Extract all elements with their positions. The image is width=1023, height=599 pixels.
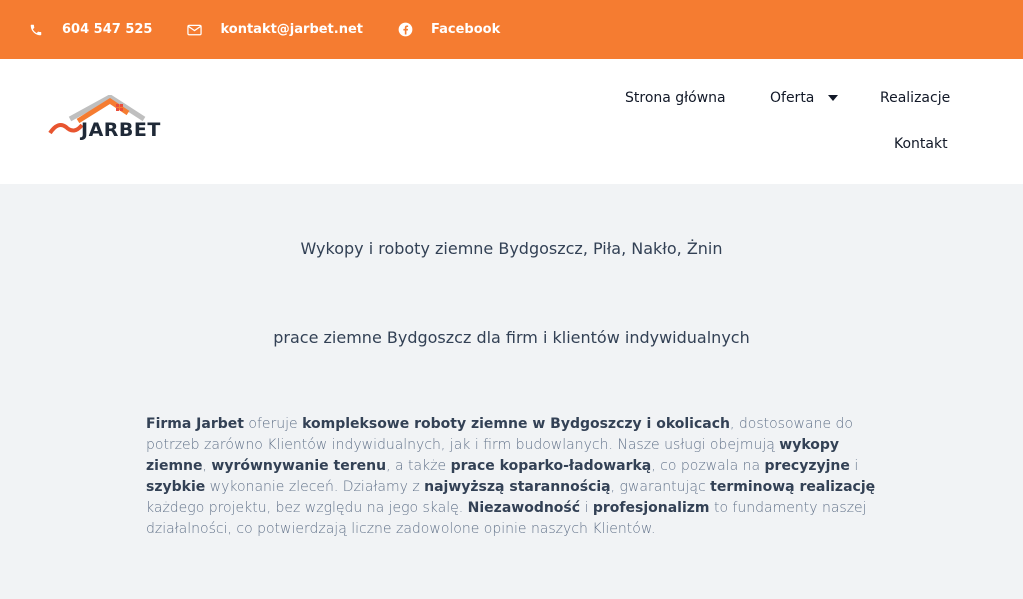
paragraph-text-run: wykonanie zleceń. Działamy z bbox=[205, 479, 425, 495]
phone-icon bbox=[28, 22, 44, 38]
email-address: kontakt@jarbet.net bbox=[220, 22, 363, 37]
phone-number: 604 547 525 bbox=[62, 22, 153, 37]
nav-home[interactable]: Strona główna bbox=[625, 90, 726, 106]
facebook-icon bbox=[397, 22, 413, 38]
paragraph-bold-run: prace koparko-ładowarką bbox=[450, 458, 652, 474]
nav-realizations[interactable]: Realizacje bbox=[880, 90, 950, 106]
paragraph-bold-run: profesjonalizm bbox=[592, 500, 710, 516]
facebook-link[interactable]: Facebook bbox=[397, 22, 500, 38]
paragraph-text-run: każdego projektu, bez względu na jego sk… bbox=[146, 500, 468, 516]
paragraph-bold-run: najwyższą starannością bbox=[424, 479, 611, 495]
main-heading: Wykopy i roboty ziemne Bydgoszcz, Piła, … bbox=[300, 239, 723, 258]
facebook-label: Facebook bbox=[431, 22, 501, 37]
envelope-icon bbox=[186, 22, 202, 38]
paragraph-bold-run: Niezawodność bbox=[467, 500, 581, 516]
paragraph-text-run: , gwarantując bbox=[610, 479, 711, 495]
paragraph-bold-run: terminową realizację bbox=[710, 479, 876, 495]
paragraph-text-run: i bbox=[849, 458, 859, 474]
nav-offer-label: Oferta bbox=[770, 90, 815, 106]
paragraph-bold-run: Firma Jarbet bbox=[146, 416, 244, 432]
logo-brand-text: JARBET bbox=[81, 119, 161, 141]
paragraph-bold-run: szybkie bbox=[146, 479, 206, 495]
nav-contact[interactable]: Kontakt bbox=[894, 136, 948, 152]
paragraph-bold-run: wyrównywanie terenu bbox=[211, 458, 387, 474]
nav-offer[interactable]: Oferta bbox=[770, 90, 839, 106]
paragraph-bold-run: precyzyjne bbox=[764, 458, 850, 474]
intro-paragraph: Firma Jarbet oferuje kompleksowe roboty … bbox=[146, 414, 881, 540]
paragraph-text-run: oferuje bbox=[243, 416, 303, 432]
site-header: JARBET Strona główna Oferta Realizacje K… bbox=[0, 59, 1023, 184]
paragraph-text-run: , co pozwala na bbox=[651, 458, 765, 474]
top-contact-bar: 604 547 525 kontakt@jarbet.net Facebook bbox=[0, 0, 1023, 59]
jarbet-logo[interactable]: JARBET bbox=[48, 94, 170, 147]
main-content: Wykopy i roboty ziemne Bydgoszcz, Piła, … bbox=[0, 184, 1023, 599]
paragraph-text-run: i bbox=[580, 500, 593, 516]
paragraph-text-run: , a także bbox=[386, 458, 451, 474]
caret-down-icon bbox=[828, 95, 839, 101]
phone-link[interactable]: 604 547 525 bbox=[28, 22, 152, 38]
email-link[interactable]: kontakt@jarbet.net bbox=[186, 22, 363, 38]
paragraph-bold-run: kompleksowe roboty ziemne w Bydgoszczy i… bbox=[302, 416, 730, 432]
sub-heading: prace ziemne Bydgoszcz dla firm i klient… bbox=[273, 328, 750, 347]
